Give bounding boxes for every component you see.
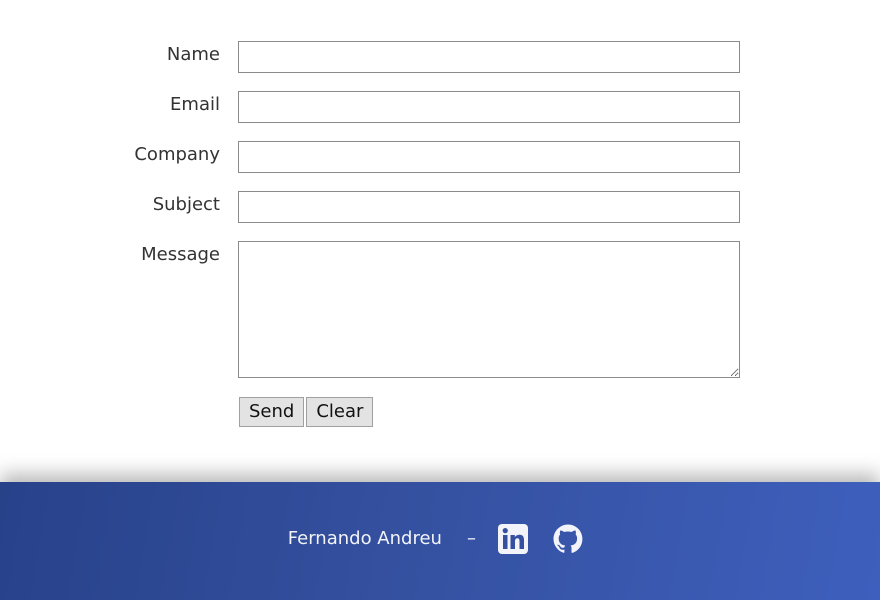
message-field[interactable] <box>238 241 740 378</box>
form-buttons: Send Clear <box>239 397 374 427</box>
contact-page: Name Email Company Subject Message Send C… <box>0 0 880 600</box>
email-field[interactable] <box>238 91 740 123</box>
footer-separator: – <box>467 528 477 549</box>
company-label: Company <box>134 144 220 165</box>
send-button[interactable]: Send <box>239 397 305 427</box>
linkedin-icon[interactable] <box>497 523 529 555</box>
clear-button[interactable]: Clear <box>306 397 374 427</box>
subject-field[interactable] <box>238 191 740 223</box>
subject-label: Subject <box>152 194 220 215</box>
name-label: Name <box>166 44 220 65</box>
email-label: Email <box>170 94 220 115</box>
company-field[interactable] <box>238 141 740 173</box>
footer-author-name: Fernando Andreu <box>287 528 442 549</box>
footer-content: Fernando Andreu – <box>0 522 880 556</box>
footer: Fernando Andreu – <box>0 482 880 600</box>
github-icon[interactable] <box>552 523 584 555</box>
contact-form: Name Email Company Subject Message Send C… <box>0 0 880 470</box>
message-label: Message <box>141 244 220 265</box>
name-field[interactable] <box>238 41 740 73</box>
